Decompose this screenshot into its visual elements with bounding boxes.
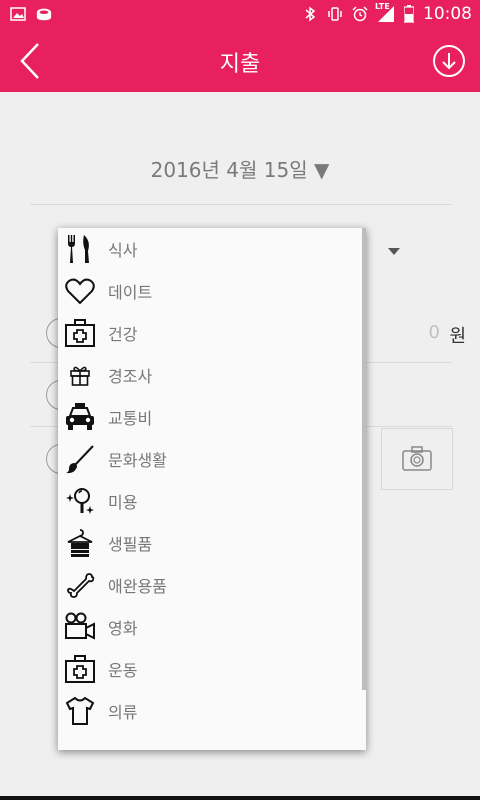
app-notification-icon	[36, 8, 52, 21]
medical-kit-icon	[64, 653, 96, 685]
category-item-exercise[interactable]: 운동	[58, 648, 358, 690]
towel-hanger-icon	[64, 527, 96, 559]
fork-knife-icon	[64, 233, 96, 265]
date-selector[interactable]: 2016년 4월 15일 ▼	[0, 154, 480, 183]
amount-value[interactable]: 0	[429, 322, 440, 343]
battery-icon	[404, 5, 414, 23]
vibrate-icon	[328, 7, 342, 21]
heart-icon	[64, 275, 96, 307]
gallery-notification-icon	[10, 7, 26, 21]
category-item-label: 문화생활	[108, 451, 167, 470]
page-title: 지출	[219, 52, 261, 77]
category-item-label: 건강	[108, 325, 138, 344]
app-bar: 지출	[0, 30, 480, 92]
category-item-health[interactable]: 건강	[58, 312, 358, 354]
status-bar: LTE 10:08	[0, 0, 480, 30]
category-item-label: 애완용품	[108, 577, 167, 596]
category-item-label: 영화	[108, 619, 138, 638]
mirror-icon	[64, 485, 96, 517]
alarm-icon	[352, 6, 368, 22]
partial-icon	[64, 737, 96, 750]
category-item-label: 운동	[108, 661, 138, 680]
category-item-label: 생필품	[108, 535, 153, 554]
category-item-beauty[interactable]: 미용	[58, 480, 358, 522]
category-item-movie[interactable]: 영화	[58, 606, 358, 648]
save-download-icon[interactable]	[432, 44, 466, 78]
nav-bar-edge	[0, 796, 480, 800]
bluetooth-icon	[305, 6, 316, 22]
dropdown-scrollbar[interactable]	[362, 228, 366, 690]
category-item-label: 미용	[108, 493, 138, 512]
tshirt-icon	[64, 695, 96, 727]
category-dropdown-arrow-icon[interactable]	[388, 248, 400, 255]
movie-camera-icon	[64, 611, 96, 643]
category-item-culture[interactable]: 문화생활	[58, 438, 358, 480]
category-item-events[interactable]: 경조사	[58, 354, 358, 396]
camera-icon[interactable]	[402, 446, 432, 472]
signal-icon: LTE	[375, 2, 395, 23]
category-item-label: 식사	[108, 241, 138, 260]
category-item-label: 데이트	[108, 283, 153, 302]
category-item-label: 교통비	[108, 409, 153, 428]
category-item-transport[interactable]: 교통비	[58, 396, 358, 438]
currency-unit: 원	[449, 326, 466, 347]
network-type: LTE	[375, 2, 390, 11]
category-item-pet[interactable]: 애완용품	[58, 564, 358, 606]
gift-icon	[64, 359, 96, 391]
category-item-meal[interactable]: 식사	[58, 228, 358, 270]
category-item-date[interactable]: 데이트	[58, 270, 358, 312]
bone-icon	[64, 569, 96, 601]
category-item-partial[interactable]	[58, 732, 358, 750]
divider	[30, 204, 452, 205]
status-time: 10:08	[423, 4, 472, 24]
category-item-clothing[interactable]: 의류	[58, 690, 358, 732]
taxi-icon	[64, 401, 96, 433]
brush-icon	[64, 443, 96, 475]
category-item-label: 의류	[108, 703, 138, 722]
medical-kit-icon	[64, 317, 96, 349]
category-item-label: 경조사	[108, 367, 153, 386]
category-dropdown[interactable]: 식사 데이트 건강 경조사 교통비 문화생활 미용 생필품 애완용품 영화 운동…	[58, 228, 366, 750]
category-item-necessities[interactable]: 생필품	[58, 522, 358, 564]
